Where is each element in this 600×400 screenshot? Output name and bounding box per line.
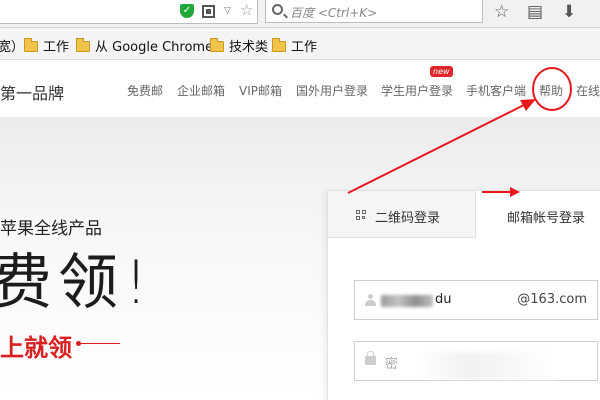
hero-cta-text[interactable]: 上就领	[0, 328, 72, 363]
bookmark-folder-work-2[interactable]: 工作	[272, 36, 317, 55]
address-bar[interactable]: ✓ ▽ ☆	[0, 0, 258, 24]
site-header: 第一品牌 免费邮 企业邮箱 VIP邮箱 国外用户登录 学生用户登录 new 手机…	[0, 61, 600, 117]
browser-window: ✓ ▽ ☆ 百度 <Ctrl+K> ☆ ▤ ⬇ 宽） 工作 从 Google C…	[0, 0, 600, 400]
folder-icon	[76, 38, 90, 52]
nav-student-login[interactable]: 学生用户登录	[381, 82, 453, 99]
nav-mobile-client[interactable]: 手机客户端	[466, 82, 526, 99]
lock-icon	[365, 351, 376, 365]
nav-free-mail[interactable]: 免费邮	[127, 82, 163, 99]
password-field[interactable]: 密	[354, 341, 598, 381]
tab-qr-label: 二维码登录	[375, 211, 441, 226]
username-value: du	[435, 292, 452, 307]
folder-icon	[210, 38, 224, 52]
new-badge: new	[430, 66, 453, 77]
folder-icon	[272, 38, 286, 52]
user-icon	[365, 294, 376, 306]
security-shield-icon[interactable]: ✓	[180, 4, 194, 18]
username-field[interactable]: du @163.com	[354, 280, 598, 320]
dropdown-arrow-icon[interactable]: ▽	[224, 6, 231, 16]
redacted-username	[381, 295, 433, 307]
password-placeholder: 密	[385, 357, 399, 372]
nav-vip-mail[interactable]: VIP邮箱	[239, 82, 282, 99]
bookmark-label: 工作	[43, 40, 70, 55]
nav-overseas-login[interactable]: 国外用户登录	[296, 82, 368, 99]
search-placeholder: 百度 <Ctrl+K>	[290, 6, 378, 20]
bookmark-folder-work[interactable]: 工作	[24, 36, 69, 55]
email-domain-suffix: @163.com	[517, 292, 587, 307]
nav-help[interactable]: 帮助	[539, 82, 563, 99]
bookmark-folder-tech[interactable]: 技术类	[210, 36, 268, 55]
qr-code-icon	[356, 210, 367, 221]
bookmark-folder-chrome[interactable]: 从 Google Chrome	[76, 36, 213, 55]
nav-enterprise-mail[interactable]: 企业邮箱	[177, 82, 225, 99]
tab-email-label: 邮箱帐号登录	[507, 211, 586, 226]
bookmark-star-icon[interactable]: ☆	[240, 1, 253, 19]
bookmark-cut-item[interactable]: 宽）	[0, 36, 24, 55]
search-icon	[272, 4, 283, 15]
password-blur	[415, 352, 555, 380]
bookmarks-bar: 宽） 工作 从 Google Chrome 技术类 工作	[0, 28, 600, 60]
folder-icon	[24, 38, 38, 52]
reader-list-icon[interactable]: ▤	[527, 2, 543, 22]
brand-slogan: 第一品牌	[0, 84, 65, 103]
hero-cta-line	[78, 343, 120, 344]
tab-email-login[interactable]: 邮箱帐号登录	[476, 191, 600, 238]
nav-online[interactable]: 在线	[576, 82, 600, 99]
hero-headline: 费领!	[0, 248, 155, 318]
bookmark-label: 工作	[291, 40, 318, 55]
bookmark-label: 技术类	[229, 40, 269, 55]
browser-toolbar: ✓ ▽ ☆ 百度 <Ctrl+K> ☆ ▤ ⬇	[0, 0, 600, 28]
login-card: 二维码登录 邮箱帐号登录 du @163.com 密	[327, 190, 600, 400]
qr-code-icon[interactable]	[202, 5, 215, 18]
tab-qr-login[interactable]: 二维码登录	[328, 191, 476, 238]
search-input[interactable]: 百度 <Ctrl+K>	[265, 0, 483, 23]
bookmark-label: 从 Google Chrome	[95, 40, 214, 55]
download-icon[interactable]: ⬇	[562, 2, 576, 22]
star-bookmark-icon[interactable]: ☆	[494, 2, 509, 22]
